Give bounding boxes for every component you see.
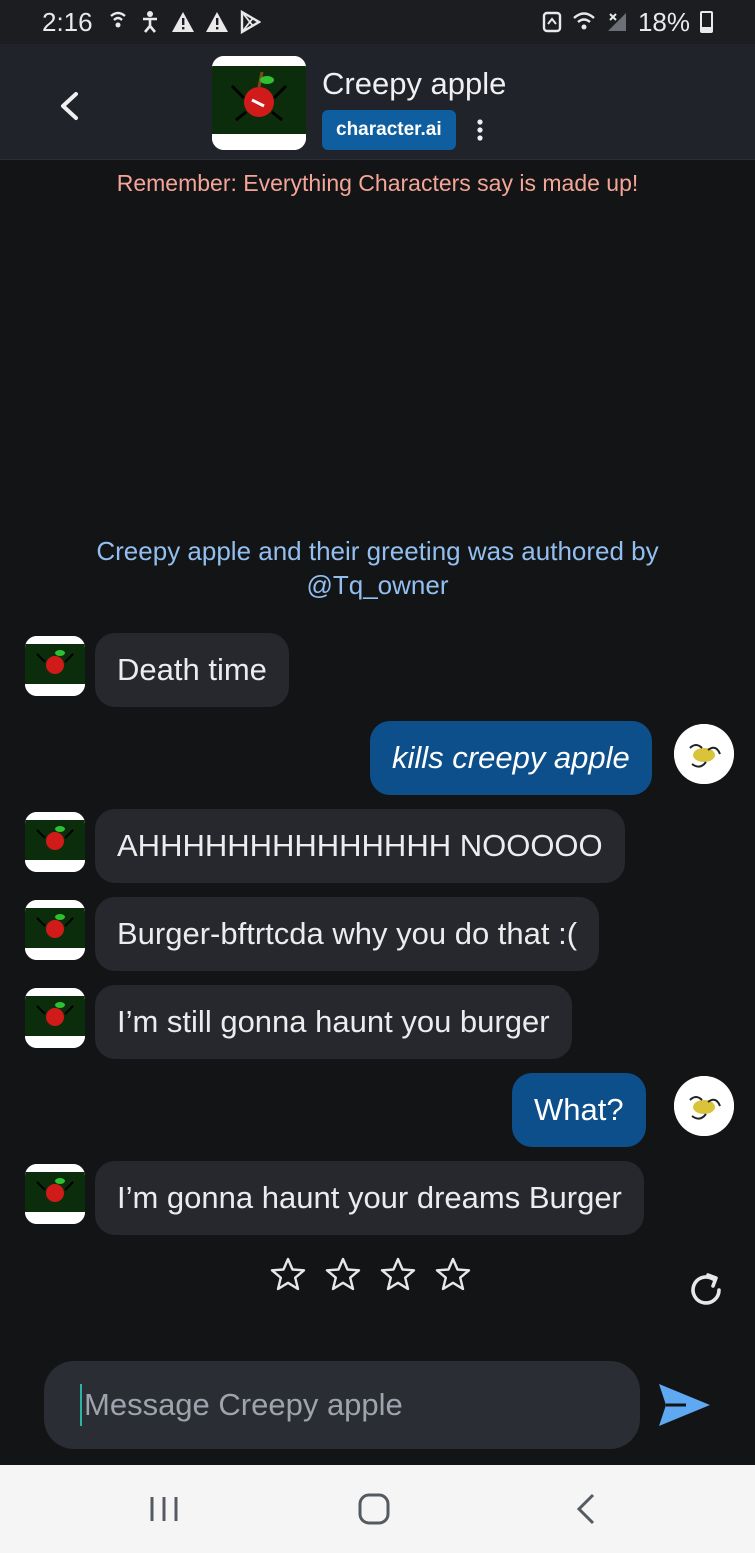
system-icons: 18%: [542, 7, 713, 38]
play-store-icon: [240, 10, 261, 34]
star-outline-icon[interactable]: [380, 1256, 416, 1292]
message-bot: I’m gonna haunt your dreams Burger: [95, 1161, 644, 1235]
user-avatar[interactable]: [674, 1076, 734, 1136]
kebab-menu-icon[interactable]: [472, 112, 488, 148]
bot-avatar[interactable]: [25, 812, 85, 872]
brand-badge: character.ai: [322, 110, 456, 150]
chevron-left-icon[interactable]: [52, 88, 88, 124]
text-caret: [80, 1384, 82, 1426]
message-bubble[interactable]: Death time: [95, 633, 289, 707]
bot-avatar[interactable]: [25, 988, 85, 1048]
bot-avatar[interactable]: [25, 1164, 85, 1224]
rating-stars: [270, 1256, 471, 1292]
message-user: kills creepy apple: [370, 721, 652, 795]
bot-avatar[interactable]: [25, 636, 85, 696]
signal-icon: [607, 13, 626, 31]
status-time: 2:16: [42, 6, 93, 37]
system-nav-bar: [0, 1465, 755, 1553]
home-icon[interactable]: [352, 1489, 396, 1529]
message-bot: Death time: [95, 633, 289, 707]
warning-icon: [205, 12, 228, 32]
sync-icon: [542, 11, 562, 33]
chat-header: Creepy apple character.ai: [0, 44, 755, 160]
send-icon[interactable]: [656, 1380, 712, 1430]
star-outline-icon[interactable]: [435, 1256, 471, 1292]
star-outline-icon[interactable]: [270, 1256, 306, 1292]
user-avatar[interactable]: [674, 724, 734, 784]
message-composer: [44, 1361, 640, 1449]
message-bot: AHHHHHHHHHHHHHH NOOOOO: [95, 809, 625, 883]
message-bubble[interactable]: AHHHHHHHHHHHHHH NOOOOO: [95, 809, 625, 883]
status-bar: 2:16 18%: [0, 0, 755, 44]
message-user: What?: [512, 1073, 646, 1147]
refresh-icon[interactable]: [686, 1270, 726, 1310]
accessibility-icon: [142, 11, 157, 33]
battery-percent: 18%: [637, 6, 690, 37]
message-bubble[interactable]: I’m still gonna haunt you burger: [95, 985, 572, 1059]
author-note: Creepy apple and their greeting was auth…: [96, 536, 659, 600]
message-input[interactable]: [84, 1387, 604, 1423]
wifi-call-icon: [109, 11, 126, 28]
message-bubble[interactable]: What?: [512, 1073, 646, 1147]
back-icon[interactable]: [565, 1489, 609, 1529]
battery-icon: [700, 11, 713, 33]
disclaimer-text: Remember: Everything Characters say is m…: [116, 170, 639, 196]
warning-icon: [171, 12, 194, 32]
message-bubble[interactable]: Burger-bftrtcda why you do that :(: [95, 897, 600, 971]
star-outline-icon[interactable]: [325, 1256, 361, 1292]
recent-apps-icon[interactable]: [142, 1489, 186, 1529]
message-bubble[interactable]: I’m gonna haunt your dreams Burger: [95, 1161, 644, 1235]
message-bot: I’m still gonna haunt you burger: [95, 985, 572, 1059]
wifi-icon: [573, 12, 595, 30]
message-bot: Burger-bftrtcda why you do that :(: [95, 897, 600, 971]
character-avatar[interactable]: [212, 56, 306, 150]
message-bubble[interactable]: kills creepy apple: [370, 721, 652, 795]
notification-icons: [107, 10, 261, 34]
bot-avatar[interactable]: [25, 900, 85, 960]
character-name: Creepy apple: [322, 66, 507, 101]
